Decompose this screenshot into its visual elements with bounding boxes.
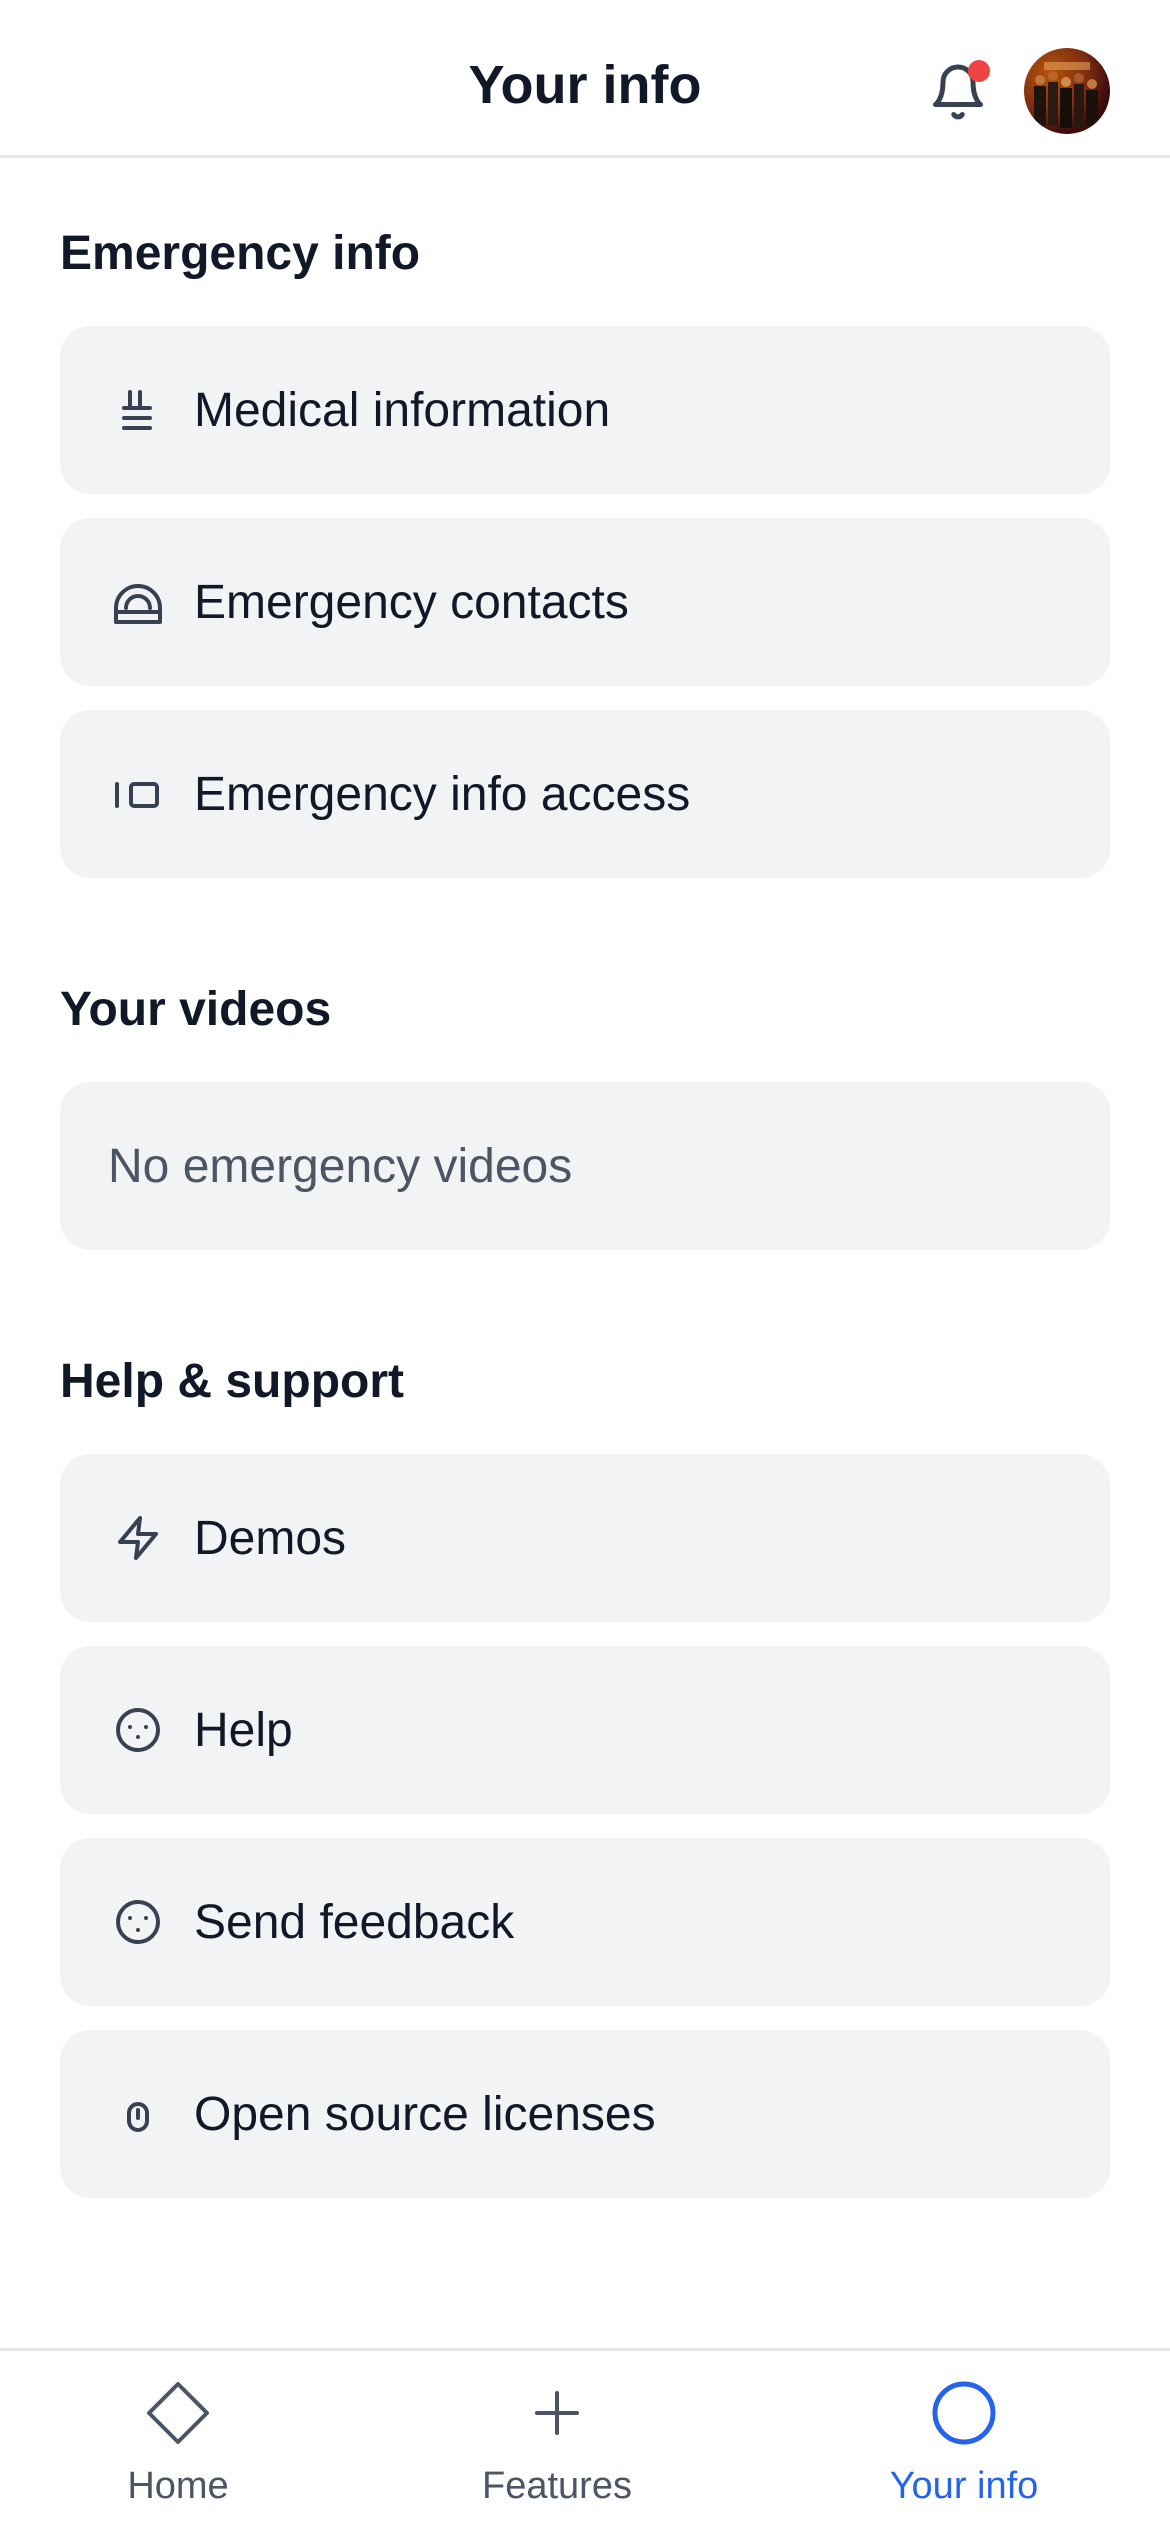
screen: Your info Emergency info Medical informa… (0, 0, 1170, 2532)
diamond-icon (142, 2377, 214, 2449)
license-icon (108, 2084, 168, 2144)
no-videos-text: No emergency videos (108, 1139, 573, 1193)
nav-label-your-info: Your info (889, 2465, 1039, 2507)
medical-icon (108, 380, 168, 440)
bottom-navigation: Home Features Your info (0, 2348, 1170, 2532)
open-source-licenses-row[interactable]: Open source licenses (60, 2030, 1110, 2198)
help-icon (108, 1700, 168, 1760)
open-source-licenses-label: Open source licenses (194, 2087, 656, 2141)
feedback-icon (108, 1892, 168, 1952)
section-title-emergency-info: Emergency info (60, 227, 421, 280)
contacts-icon (108, 572, 168, 632)
help-row[interactable]: Help (60, 1646, 1110, 1814)
plus-icon (521, 2377, 593, 2449)
section-title-help-support: Help & support (60, 1355, 404, 1408)
medical-information-row[interactable]: Medical information (60, 326, 1110, 494)
send-feedback-row[interactable]: Send feedback (60, 1838, 1110, 2006)
avatar-image (1034, 62, 1098, 128)
emergency-info-access-label: Emergency info access (194, 767, 691, 821)
help-label: Help (194, 1703, 293, 1757)
nav-label-home: Home (127, 2465, 229, 2507)
nav-item-your-info[interactable]: Your info (814, 2351, 1114, 2532)
demos-label: Demos (194, 1511, 347, 1565)
nav-item-features[interactable]: Features (407, 2351, 707, 2532)
medical-information-label: Medical information (194, 383, 611, 437)
demos-row[interactable]: Demos (60, 1454, 1110, 1622)
lightning-icon (108, 1508, 168, 1568)
page-title: Your info (468, 55, 702, 115)
access-icon (108, 764, 168, 824)
top-app-bar: Your info (0, 0, 1170, 158)
no-videos-card: No emergency videos (60, 1082, 1110, 1250)
emergency-contacts-row[interactable]: Emergency contacts (60, 518, 1110, 686)
avatar[interactable] (1024, 48, 1110, 134)
emergency-info-access-row[interactable]: Emergency info access (60, 710, 1110, 878)
notification-badge (968, 60, 990, 82)
section-title-your-videos: Your videos (60, 983, 332, 1036)
nav-item-home[interactable]: Home (28, 2351, 328, 2532)
circle-icon (928, 2377, 1000, 2449)
send-feedback-label: Send feedback (194, 1895, 515, 1949)
emergency-contacts-label: Emergency contacts (194, 575, 629, 629)
nav-label-features: Features (482, 2465, 632, 2507)
